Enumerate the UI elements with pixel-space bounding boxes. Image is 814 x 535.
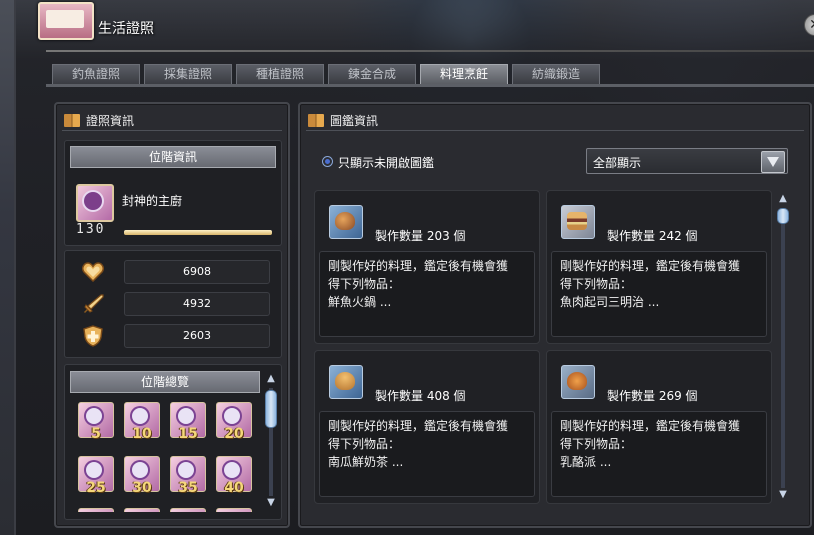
recipe-card[interactable]: 製作數量 408 個 剛製作好的料理，鑑定後有機會獲 得下列物品： 南瓜鮮奶茶 … xyxy=(314,350,540,504)
rank-name: 封神的主廚 xyxy=(122,194,183,208)
rank-progress-bar xyxy=(124,230,272,235)
license-info-heading: 證照資訊 xyxy=(64,112,134,129)
sandwich-icon xyxy=(561,205,595,239)
tab-alchemy[interactable]: 鍊金合成 xyxy=(328,64,416,84)
book-icon xyxy=(308,114,324,127)
license-info-panel: 證照資訊 位階資訊 封神的主廚 130 6908 4932 2603 位階總覽 … xyxy=(54,102,290,528)
description-line: 得下列物品： xyxy=(328,277,401,291)
recipe-description: 剛製作好的料理，鑑定後有機會獲 得下列物品： 乳酪派 ... xyxy=(551,411,767,497)
craft-count: 製作數量 269 個 xyxy=(607,389,698,403)
rank-badge-level: 40 xyxy=(224,480,244,496)
display-filter-dropdown[interactable]: 全部顯示 xyxy=(586,148,788,174)
close-button[interactable]: ✕ xyxy=(804,14,814,36)
tab-fishing[interactable]: 釣魚證照 xyxy=(52,64,140,84)
rank-badge[interactable] xyxy=(78,508,114,512)
rank-badge[interactable]: 30 xyxy=(124,456,160,496)
tab-gathering[interactable]: 採集證照 xyxy=(144,64,232,84)
craft-count: 製作數量 408 個 xyxy=(375,389,466,403)
recipe-description: 剛製作好的料理，鑑定後有機會獲 得下列物品： 南瓜鮮奶茶 ... xyxy=(319,411,535,497)
overview-scrollbar-thumb[interactable] xyxy=(265,390,277,428)
rank-info-header: 位階資訊 xyxy=(70,146,276,168)
life-license-window: 生活證照 ✕ 釣魚證照 採集證照 種植證照 鍊金合成 料理烹飪 紡織鍛造 證照資… xyxy=(14,0,814,535)
description-line: 得下列物品： xyxy=(560,277,633,291)
rank-badge-level: 15 xyxy=(178,426,198,442)
rank-badge[interactable] xyxy=(170,508,206,512)
rank-badge[interactable]: 20 xyxy=(216,402,252,442)
rank-badge[interactable]: 35 xyxy=(170,456,206,496)
rank-badge[interactable]: 5 xyxy=(78,402,114,442)
rank-badge[interactable]: 25 xyxy=(78,456,114,496)
rank-badge-level: 10 xyxy=(132,426,152,442)
tab-divider xyxy=(46,84,814,87)
description-line: 鮮魚火鍋 ... xyxy=(328,295,392,309)
recipe-description: 剛製作好的料理，鑑定後有機會獲 得下列物品： 鮮魚火鍋 ... xyxy=(319,251,535,337)
description-line: 得下列物品： xyxy=(328,437,401,451)
heading-divider xyxy=(306,130,804,131)
tab-planting[interactable]: 種植證照 xyxy=(236,64,324,84)
catalog-title: 圖鑑資訊 xyxy=(330,114,379,128)
rank-badge[interactable] xyxy=(216,508,252,512)
overview-scroll-up-arrow[interactable]: ▲ xyxy=(264,372,278,386)
catalog-scroll-up-arrow[interactable]: ▲ xyxy=(776,192,790,206)
plus-shield-icon xyxy=(80,324,106,348)
rank-badge-level: 20 xyxy=(224,426,244,442)
catalog-scroll-down-arrow[interactable]: ▼ xyxy=(776,488,790,502)
rank-badge[interactable]: 15 xyxy=(170,402,206,442)
title-divider xyxy=(46,50,814,52)
recipe-card[interactable]: 製作數量 269 個 剛製作好的料理，鑑定後有機會獲 得下列物品： 乳酪派 ..… xyxy=(546,350,772,504)
heart-icon xyxy=(80,260,106,284)
stat-value-hp: 6908 xyxy=(124,260,270,284)
rank-badge-level: 35 xyxy=(178,480,198,496)
window-title: 生活證照 xyxy=(98,21,154,37)
rank-badge[interactable] xyxy=(124,508,160,512)
stat-value-attack: 4932 xyxy=(124,292,270,316)
rank-badge[interactable]: 10 xyxy=(124,402,160,442)
tab-bar: 釣魚證照 採集證照 種植證照 鍊金合成 料理烹飪 紡織鍛造 xyxy=(52,64,600,84)
recipe-card[interactable]: 製作數量 203 個 剛製作好的料理，鑑定後有機會獲 得下列物品： 鮮魚火鍋 .… xyxy=(314,190,540,344)
sword-icon xyxy=(80,292,106,316)
recipe-description: 剛製作好的料理，鑑定後有機會獲 得下列物品： 魚肉起司三明治 ... xyxy=(551,251,767,337)
license-book-icon xyxy=(38,2,94,40)
cheese-pie-icon xyxy=(561,365,595,399)
unopened-filter-radio[interactable] xyxy=(322,156,333,167)
overview-scroll-down-arrow[interactable]: ▼ xyxy=(264,496,278,510)
catalog-panel: 圖鑑資訊 只顯示未開啟圖鑑 全部顯示 製作數量 203 個 剛製作好的料理，鑑定… xyxy=(298,102,812,528)
catalog-scrollbar-track[interactable] xyxy=(781,208,785,488)
craft-count: 製作數量 242 個 xyxy=(607,229,698,243)
book-icon xyxy=(64,114,80,127)
license-info-title: 證照資訊 xyxy=(86,114,135,128)
rank-badge[interactable]: 40 xyxy=(216,456,252,496)
chef-rank-icon xyxy=(76,184,114,222)
description-line: 剛製作好的料理，鑑定後有機會獲 xyxy=(328,259,509,273)
chevron-down-icon[interactable] xyxy=(761,151,785,173)
description-line: 乳酪派 ... xyxy=(560,455,612,469)
catalog-heading: 圖鑑資訊 xyxy=(308,112,378,129)
rank-overview-grid: 5 10 15 20 25 30 35 40 xyxy=(78,402,260,512)
rank-badge-level: 25 xyxy=(86,480,106,496)
stat-value-defense: 2603 xyxy=(124,324,270,348)
fish-hotpot-icon xyxy=(329,205,363,239)
description-line: 得下列物品： xyxy=(560,437,633,451)
description-line: 剛製作好的料理，鑑定後有機會獲 xyxy=(560,419,741,433)
rank-level: 130 xyxy=(76,222,106,237)
description-line: 剛製作好的料理，鑑定後有機會獲 xyxy=(560,259,741,273)
catalog-scrollbar-thumb[interactable] xyxy=(777,208,789,224)
tab-weaving[interactable]: 紡織鍛造 xyxy=(512,64,600,84)
description-line: 魚肉起司三明治 ... xyxy=(560,295,660,309)
rank-badge-level: 30 xyxy=(132,480,152,496)
recipe-card[interactable]: 製作數量 242 個 剛製作好的料理，鑑定後有機會獲 得下列物品： 魚肉起司三明… xyxy=(546,190,772,344)
unopened-filter-label[interactable]: 只顯示未開啟圖鑑 xyxy=(338,154,434,171)
heading-divider xyxy=(62,130,282,131)
description-line: 剛製作好的料理，鑑定後有機會獲 xyxy=(328,419,509,433)
craft-count: 製作數量 203 個 xyxy=(375,229,466,243)
tab-cooking[interactable]: 料理烹飪 xyxy=(420,64,508,84)
milk-tea-icon xyxy=(329,365,363,399)
rank-overview-header: 位階總覽 xyxy=(70,371,260,393)
dropdown-selected-value: 全部顯示 xyxy=(593,156,642,170)
description-line: 南瓜鮮奶茶 ... xyxy=(328,455,404,469)
rank-badge-level: 5 xyxy=(91,426,101,442)
rank-progress-fill xyxy=(124,230,272,235)
